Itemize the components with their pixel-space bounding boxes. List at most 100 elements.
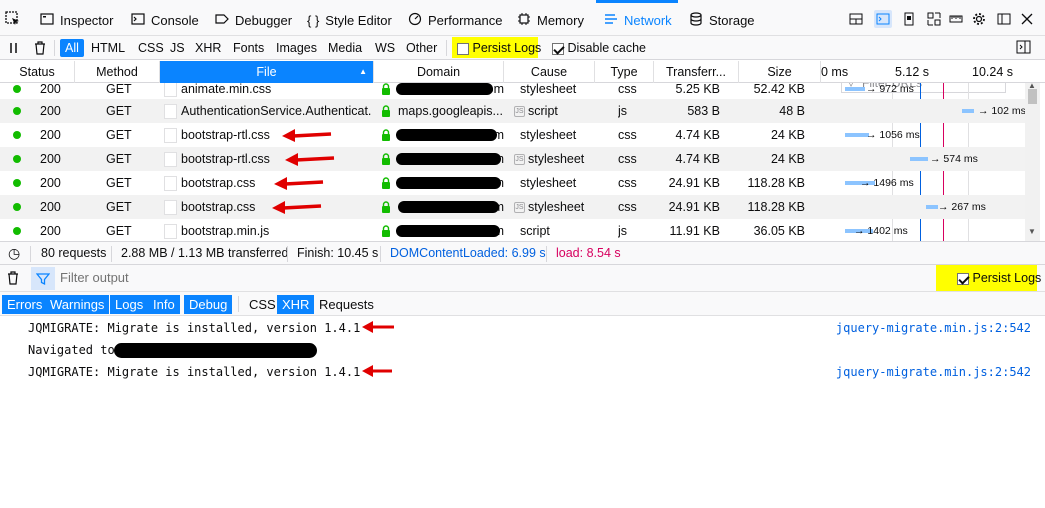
tab-memory[interactable]: Memory [517, 8, 584, 32]
console-message-source-link[interactable]: jquery-migrate.min.js:2:542 [836, 361, 1031, 383]
lock-icon [382, 129, 390, 141]
pick-element-icon[interactable] [4, 10, 22, 28]
tab-console[interactable]: Console [131, 8, 199, 32]
cell-type-text: css [618, 83, 637, 96]
split-console-icon[interactable] [874, 10, 892, 28]
tab-debugger[interactable]: Debugger [215, 8, 292, 32]
request-list-scrollbar[interactable]: ▲ ▼ [1025, 81, 1040, 241]
column-cause[interactable]: Cause [504, 61, 595, 83]
tab-storage[interactable]: Storage [689, 8, 755, 32]
cell-size: 36.05 KB [739, 219, 805, 241]
column-type[interactable]: Type [595, 61, 654, 83]
filter-other-button[interactable]: Other [401, 39, 442, 57]
filter-xhr-messages-button[interactable]: XHR [277, 295, 315, 314]
tab-label: Inspector [60, 12, 114, 28]
redacted-domain [396, 153, 501, 165]
filter-logs-button[interactable]: Logs [110, 295, 149, 314]
filter-all-button[interactable]: All [60, 39, 84, 57]
filter-js-button[interactable]: JS [165, 39, 190, 57]
gear-icon[interactable] [970, 10, 988, 28]
persist-logs-toggle[interactable]: Persist Logs [457, 41, 541, 55]
tab-inspector[interactable]: Inspector [40, 8, 113, 32]
filter-info-button[interactable]: Info [148, 295, 180, 314]
annotation-arrow [272, 201, 322, 214]
summary-request-count: 80 requests [41, 246, 107, 260]
column-file[interactable]: File ▲ [160, 61, 374, 83]
tab-network[interactable]: Network [604, 8, 672, 32]
request-row[interactable]: 200GETbootstrap.css.comJSstylesheetcss24… [0, 195, 1025, 219]
filter-warnings-button[interactable]: Warnings [45, 295, 110, 314]
column-transferred[interactable]: Transferr... [654, 61, 739, 83]
waterfall-timing-label: → 1496 ms [860, 177, 914, 189]
filter-fonts-button[interactable]: Fonts [228, 39, 269, 57]
request-row[interactable]: 200 GET AuthenticationService.Authenticat.… [0, 99, 1025, 123]
filter-css-button[interactable]: CSS [133, 39, 169, 57]
filter-requests-messages-button[interactable]: Requests [314, 295, 379, 314]
cell-transferred-text: 583 B [687, 104, 720, 118]
cell-status-text: 200 [40, 104, 61, 118]
filter-xhr-button[interactable]: XHR [190, 39, 226, 57]
persist-logs-label: Persist Logs [472, 41, 542, 55]
cell-transferred: 11.91 KB [654, 219, 720, 241]
file-thumbnail [164, 176, 177, 191]
request-row[interactable]: 200GETbootstrap.css.comstylesheetcss24.9… [0, 171, 1025, 195]
screenshot-icon[interactable] [925, 10, 943, 28]
console-filter-toggle[interactable] [31, 267, 55, 290]
cell-method: GET [106, 147, 156, 171]
filter-html-button[interactable]: HTML [86, 39, 130, 57]
console-persist-logs-checkbox[interactable] [957, 272, 969, 285]
filter-ws-button[interactable]: WS [370, 39, 400, 57]
column-domain[interactable]: Domain [374, 61, 504, 83]
scrollbar-thumb[interactable] [1028, 89, 1037, 104]
cell-size-text: 118.28 KB [747, 200, 805, 214]
trash-icon[interactable] [33, 41, 47, 58]
cell-size-text: 36.05 KB [753, 224, 805, 238]
performance-icon [408, 12, 428, 29]
column-status[interactable]: Status [0, 61, 75, 83]
performance-analysis-icon[interactable]: ◷ [8, 242, 20, 265]
scroll-down-icon[interactable]: ▼ [1028, 227, 1036, 236]
disable-cache-toggle[interactable]: Disable cache [552, 41, 646, 55]
filter-errors-button[interactable]: Errors [2, 295, 48, 314]
cell-file-text: bootstrap.css [181, 200, 256, 214]
filter-css-messages-button[interactable]: CSS [244, 295, 281, 314]
request-list[interactable]: 200GETanimate.min.css.comstylesheetcss5.… [0, 83, 1025, 241]
column-method[interactable]: Method [75, 61, 160, 83]
cell-status: 200 [40, 123, 80, 147]
console-clear-icon[interactable] [6, 271, 20, 288]
request-row[interactable]: 200GETbootstrap-rtl.css.comstylesheetcss… [0, 123, 1025, 147]
request-row[interactable]: 200GETbootstrap-rtl.css.comJSstylesheetc… [0, 147, 1025, 171]
filter-images-button[interactable]: Images [271, 39, 322, 57]
tab-performance[interactable]: Performance [408, 8, 502, 32]
summary-dom-content-loaded: DOMContentLoaded: 6.99 s [390, 246, 546, 260]
pause-icon[interactable] [8, 42, 20, 57]
split-frame-icon[interactable] [847, 10, 865, 28]
dock-side-icon[interactable] [995, 10, 1013, 28]
cell-transferred-text: 24.91 KB [668, 200, 720, 214]
cell-method: GET [106, 123, 156, 147]
cell-transferred: 24.91 KB [654, 195, 720, 219]
filter-media-button[interactable]: Media [323, 39, 367, 57]
filter-debug-button[interactable]: Debug [184, 295, 233, 314]
toggle-sidebar-icon[interactable] [1016, 40, 1031, 57]
cell-transferred-text: 5.25 KB [675, 83, 720, 96]
cell-cause: JS script [514, 99, 590, 123]
console-message-source-link[interactable]: jquery-migrate.min.js:2:542 [836, 317, 1031, 339]
console-filter-input[interactable]: Filter output [60, 270, 129, 285]
column-size[interactable]: Size [739, 61, 821, 83]
ruler-icon[interactable] [947, 10, 965, 28]
persist-logs-checkbox[interactable] [457, 42, 469, 55]
console-persist-logs-toggle[interactable]: Persist Logs [957, 271, 1041, 285]
request-row[interactable]: 200GETbootstrap.min.js.comscriptjs11.91 … [0, 219, 1025, 241]
cell-method-text: GET [106, 104, 132, 118]
responsive-design-icon[interactable] [900, 10, 918, 28]
close-icon[interactable] [1018, 10, 1036, 28]
tab-style-editor[interactable]: { } Style Editor [307, 8, 392, 32]
devtools-tab-bar: Inspector Console Debugger { } Style Edi… [0, 0, 1045, 36]
scroll-up-icon[interactable]: ▲ [1028, 81, 1036, 90]
column-waterfall[interactable]: 0 ms 5.12 s 10.24 s [821, 61, 1025, 83]
disable-cache-checkbox[interactable] [552, 42, 564, 55]
waterfall-timing-label: → 1056 ms [866, 129, 920, 141]
cell-method: GET [106, 219, 156, 241]
redacted-domain [398, 201, 499, 213]
